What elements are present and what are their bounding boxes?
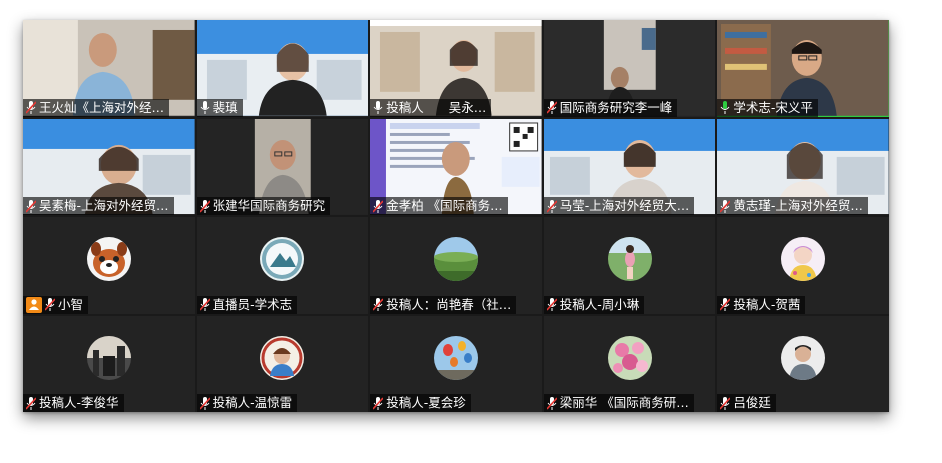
participant-name-label: 投稿人：尚艳春（社… bbox=[370, 295, 517, 314]
participant-tile[interactable]: 金孝柏 《国际商务… bbox=[370, 118, 542, 215]
mic-muted-icon bbox=[546, 298, 557, 311]
participant-tile[interactable]: 王火灿《上海对外经… bbox=[23, 20, 195, 117]
participant-name-label: 裴瑱 bbox=[196, 98, 243, 117]
participant-tile[interactable]: 投稿人-贺茜 bbox=[717, 217, 889, 314]
mic-muted-icon bbox=[373, 396, 384, 410]
participant-tile[interactable]: 投稿人-周小琳 bbox=[543, 217, 716, 314]
avatar bbox=[260, 237, 305, 282]
mic-muted-icon bbox=[199, 298, 210, 311]
mic-muted-icon bbox=[26, 101, 36, 114]
participant-tile[interactable]: 投稿人-夏会珍 bbox=[370, 315, 542, 412]
participant-tile[interactable]: 投稿人：尚艳春（社… bbox=[370, 217, 542, 314]
participant-name-label: 黄志瑾-上海对外经贸… bbox=[717, 197, 868, 215]
video-conference-window: 王火灿《上海对外经… 裴瑱 投稿人 吴永… 国际商务研究李一峰 学术志-宋义平 … bbox=[23, 20, 889, 412]
participant-tile[interactable]: 投稿人-温惊雷 bbox=[196, 315, 369, 412]
participant-tile[interactable]: 小智 bbox=[23, 217, 195, 314]
mic-muted-icon bbox=[373, 199, 384, 213]
participant-tile-active-speaker[interactable]: 学术志-宋义平 bbox=[717, 20, 889, 117]
participant-name-label: 张建华国际商务研究 bbox=[196, 197, 331, 215]
participant-tile[interactable]: 国际商务研究李一峰 bbox=[543, 20, 716, 117]
avatar bbox=[433, 335, 478, 380]
mic-muted-icon bbox=[720, 396, 731, 410]
host-icon bbox=[26, 296, 42, 313]
avatar bbox=[607, 335, 652, 380]
mic-muted-icon bbox=[546, 396, 557, 410]
participant-name-label: 王火灿《上海对外经… bbox=[23, 98, 170, 117]
mic-icon bbox=[373, 101, 383, 114]
participant-name-label: 投稿人-李俊华 bbox=[23, 394, 124, 412]
participant-tile[interactable]: 裴瑱 bbox=[196, 20, 369, 117]
mic-muted-icon bbox=[199, 199, 210, 213]
mic-muted-icon bbox=[720, 199, 731, 213]
participant-name-label: 吴素梅-上海对外经贸… bbox=[23, 197, 174, 215]
participant-name-label: 直播员-学术志 bbox=[196, 295, 298, 314]
mic-muted-icon bbox=[26, 199, 36, 213]
participant-tile[interactable]: 吴素梅-上海对外经贸… bbox=[23, 118, 195, 215]
participant-grid: 王火灿《上海对外经… 裴瑱 投稿人 吴永… 国际商务研究李一峰 学术志-宋义平 … bbox=[23, 20, 889, 412]
mic-icon bbox=[200, 101, 209, 114]
participant-name-label: 梁丽华 《国际商务研… bbox=[543, 394, 694, 412]
mic-muted-icon bbox=[720, 298, 731, 311]
participant-tile[interactable]: 梁丽华 《国际商务研… bbox=[543, 315, 716, 412]
avatar bbox=[781, 237, 826, 282]
mic-muted-icon bbox=[546, 199, 557, 213]
participant-name-label: 投稿人 吴永… bbox=[370, 98, 492, 117]
participant-tile[interactable]: 张建华国际商务研究 bbox=[196, 118, 369, 215]
participant-tile[interactable]: 投稿人-李俊华 bbox=[23, 315, 195, 412]
participant-name-label: 金孝柏 《国际商务… bbox=[370, 197, 508, 215]
participant-tile[interactable]: 直播员-学术志 bbox=[196, 217, 369, 314]
participant-tile[interactable]: 投稿人 吴永… bbox=[370, 20, 542, 117]
avatar bbox=[433, 237, 478, 282]
participant-name-label: 投稿人-夏会珍 bbox=[370, 394, 471, 412]
avatar bbox=[86, 237, 131, 282]
avatar bbox=[607, 237, 652, 282]
participant-name-label: 投稿人-温惊雷 bbox=[196, 394, 298, 412]
participant-name-label: 小智 bbox=[23, 295, 89, 314]
mic-muted-icon bbox=[546, 101, 557, 114]
mic-muted-icon bbox=[45, 298, 55, 311]
mic-active-icon bbox=[721, 101, 730, 114]
avatar bbox=[86, 335, 131, 380]
avatar bbox=[781, 335, 826, 380]
participant-name-label: 学术志-宋义平 bbox=[717, 98, 818, 117]
mic-muted-icon bbox=[26, 396, 36, 410]
participant-tile[interactable]: 黄志瑾-上海对外经贸… bbox=[717, 118, 889, 215]
participant-tile[interactable]: 马莹-上海对外经贸大… bbox=[543, 118, 716, 215]
participant-tile[interactable]: 吕俊廷 bbox=[717, 315, 889, 412]
mic-muted-icon bbox=[199, 396, 210, 410]
participant-name-label: 投稿人-贺茜 bbox=[717, 295, 806, 314]
participant-name-label: 投稿人-周小琳 bbox=[543, 295, 645, 314]
participant-name-label: 吕俊廷 bbox=[717, 394, 776, 412]
mic-muted-icon bbox=[373, 298, 384, 311]
participant-name-label: 马莹-上海对外经贸大… bbox=[543, 197, 695, 215]
avatar bbox=[260, 335, 305, 380]
participant-name-label: 国际商务研究李一峰 bbox=[543, 98, 678, 117]
